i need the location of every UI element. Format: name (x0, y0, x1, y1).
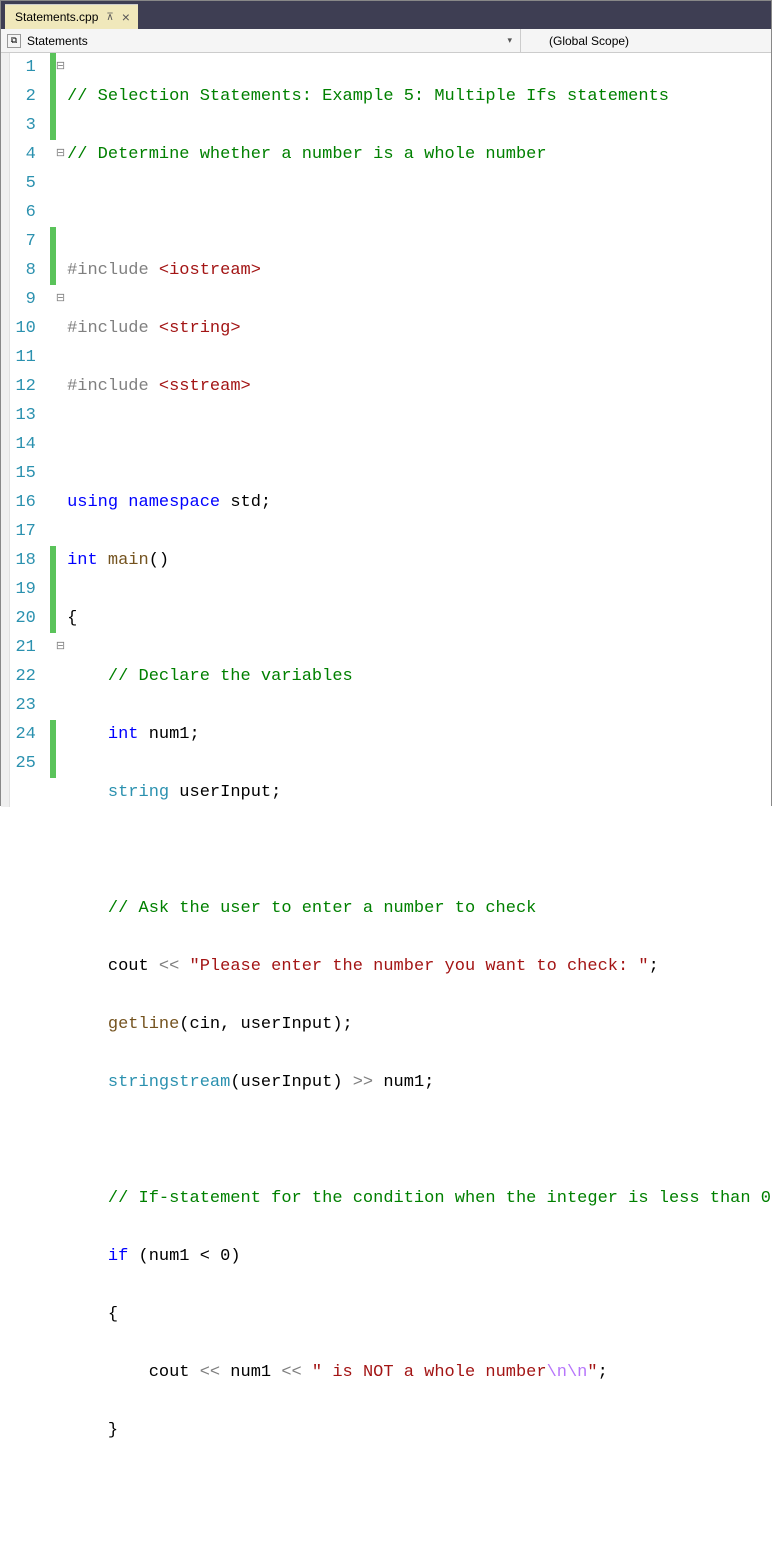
fold-toggle (56, 691, 65, 720)
code-line: // Determine whether a number is a whole… (67, 140, 771, 169)
fold-toggle (56, 111, 65, 140)
code-line: string userInput; (67, 778, 771, 807)
code-line (67, 198, 771, 227)
line-number: 2 (10, 82, 36, 111)
fold-toggle (56, 517, 65, 546)
tab-filename: Statements.cpp (15, 10, 98, 24)
line-number: 12 (10, 372, 36, 401)
fold-toggle[interactable]: ⊟ (56, 285, 65, 314)
chevron-down-icon: ▾ (507, 35, 512, 46)
code-line: stringstream(userInput) >> num1; (67, 1068, 771, 1097)
code-line: if (num1 < 0) (67, 1242, 771, 1271)
fold-bar: ⊟ ⊟ ⊟ ⊟ (56, 53, 65, 807)
scope-right-text: (Global Scope) (549, 34, 629, 48)
fold-toggle (56, 604, 65, 633)
code-line: // Ask the user to enter a number to che… (67, 894, 771, 923)
line-number: 24 (10, 720, 36, 749)
code-line (67, 1474, 771, 1503)
fold-toggle (56, 169, 65, 198)
line-number: 9 (10, 285, 36, 314)
fold-toggle (56, 662, 65, 691)
fold-toggle (56, 256, 65, 285)
fold-toggle[interactable]: ⊟ (56, 633, 65, 662)
code-line: int num1; (67, 720, 771, 749)
code-line: } (67, 1416, 771, 1445)
code-line: #include <string> (67, 314, 771, 343)
fold-toggle (56, 575, 65, 604)
fold-toggle (56, 720, 65, 749)
line-number: 23 (10, 691, 36, 720)
fold-toggle (56, 198, 65, 227)
scope-dropdown-right[interactable]: (Global Scope) (521, 34, 629, 48)
code-line: { (67, 604, 771, 633)
code-line: // Declare the variables (67, 662, 771, 691)
pin-icon[interactable]: ⊼ (106, 12, 113, 23)
code-line: cout << "Please enter the number you wan… (67, 952, 771, 981)
fold-toggle (56, 546, 65, 575)
line-number: 7 (10, 227, 36, 256)
line-number: 5 (10, 169, 36, 198)
line-number: 11 (10, 343, 36, 372)
code-line: cout << num1 << " is NOT a whole number\… (67, 1358, 771, 1387)
line-number: 14 (10, 430, 36, 459)
code-line: { (67, 1300, 771, 1329)
code-line: // Selection Statements: Example 5: Mult… (67, 82, 771, 111)
file-tab[interactable]: Statements.cpp ⊼ × (5, 4, 138, 29)
code-line: // If-statement for the condition when t… (67, 1184, 771, 1213)
line-number: 1 (10, 53, 36, 82)
line-number: 6 (10, 198, 36, 227)
fold-toggle (56, 401, 65, 430)
code-line (67, 1126, 771, 1155)
code-line (67, 836, 771, 865)
class-icon: ⧉ (7, 34, 21, 48)
fold-toggle (56, 314, 65, 343)
fold-toggle (56, 343, 65, 372)
navigation-bar: ⧉ Statements ▾ (Global Scope) (1, 29, 771, 53)
code-line (67, 430, 771, 459)
code-line: using namespace std; (67, 488, 771, 517)
line-number: 17 (10, 517, 36, 546)
code-line: #include <iostream> (67, 256, 771, 285)
line-number: 19 (10, 575, 36, 604)
fold-toggle (56, 459, 65, 488)
margin-bar (1, 53, 10, 807)
fold-toggle[interactable]: ⊟ (56, 53, 65, 82)
line-number: 3 (10, 111, 36, 140)
line-number: 18 (10, 546, 36, 575)
line-number: 15 (10, 459, 36, 488)
line-number: 4 (10, 140, 36, 169)
line-number-gutter: 1234567891011121314151617181920212223242… (10, 53, 50, 807)
tab-bar: Statements.cpp ⊼ × (1, 1, 771, 29)
line-number: 20 (10, 604, 36, 633)
line-number: 21 (10, 633, 36, 662)
fold-toggle (56, 430, 65, 459)
line-number: 13 (10, 401, 36, 430)
line-number: 25 (10, 749, 36, 778)
code-editor[interactable]: 1234567891011121314151617181920212223242… (1, 53, 771, 807)
fold-toggle (56, 749, 65, 778)
line-number: 8 (10, 256, 36, 285)
code-line: int main() (67, 546, 771, 575)
fold-toggle[interactable]: ⊟ (56, 140, 65, 169)
fold-toggle (56, 82, 65, 111)
code-line: #include <sstream> (67, 372, 771, 401)
code-area[interactable]: // Selection Statements: Example 5: Mult… (65, 53, 771, 807)
fold-toggle (56, 488, 65, 517)
close-icon[interactable]: × (122, 9, 130, 25)
line-number: 16 (10, 488, 36, 517)
scope-dropdown-left[interactable]: ⧉ Statements ▾ (1, 29, 521, 52)
fold-toggle (56, 227, 65, 256)
fold-toggle (56, 372, 65, 401)
scope-left-text: Statements (27, 34, 88, 48)
line-number: 22 (10, 662, 36, 691)
code-line: getline(cin, userInput); (67, 1010, 771, 1039)
line-number: 10 (10, 314, 36, 343)
